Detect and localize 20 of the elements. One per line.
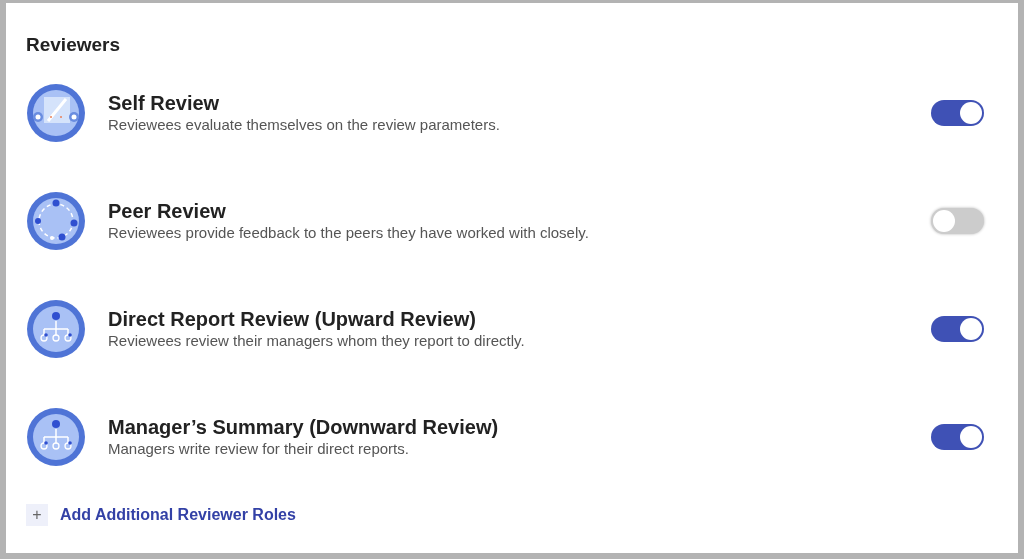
toggle-switch[interactable] bbox=[931, 424, 984, 450]
toggle-switch[interactable] bbox=[931, 100, 984, 126]
org-chart-icon bbox=[26, 299, 86, 359]
reviewer-title: Self Review bbox=[108, 91, 220, 115]
reviewer-description: Managers write review for their direct reports. bbox=[108, 439, 409, 459]
reviewer-title: Direct Report Review (Upward Review) bbox=[108, 307, 476, 331]
mirror-figures-icon bbox=[26, 83, 86, 143]
reviewer-description: Reviewees evaluate themselves on the review parameters. bbox=[108, 115, 500, 135]
reviewer-title: Peer Review bbox=[108, 199, 226, 223]
section-title: Reviewers bbox=[26, 33, 120, 57]
toggle-switch[interactable] bbox=[931, 208, 984, 234]
org-chart-icon bbox=[26, 407, 86, 467]
reviewer-description: Reviewees provide feedback to the peers they have worked with closely. bbox=[108, 223, 589, 243]
reviewer-title: Manager’s Summary (Downward Review) bbox=[108, 415, 499, 439]
add-reviewer-roles-link[interactable]: + Add Additional Reviewer Roles bbox=[26, 503, 296, 527]
plus-icon: + bbox=[26, 504, 48, 526]
peer-circle-icon bbox=[26, 191, 86, 251]
toggle-switch[interactable] bbox=[931, 316, 984, 342]
reviewer-description: Reviewees review their managers whom they report to directly. bbox=[108, 331, 525, 351]
link-label: Add Additional Reviewer Roles bbox=[60, 505, 296, 525]
